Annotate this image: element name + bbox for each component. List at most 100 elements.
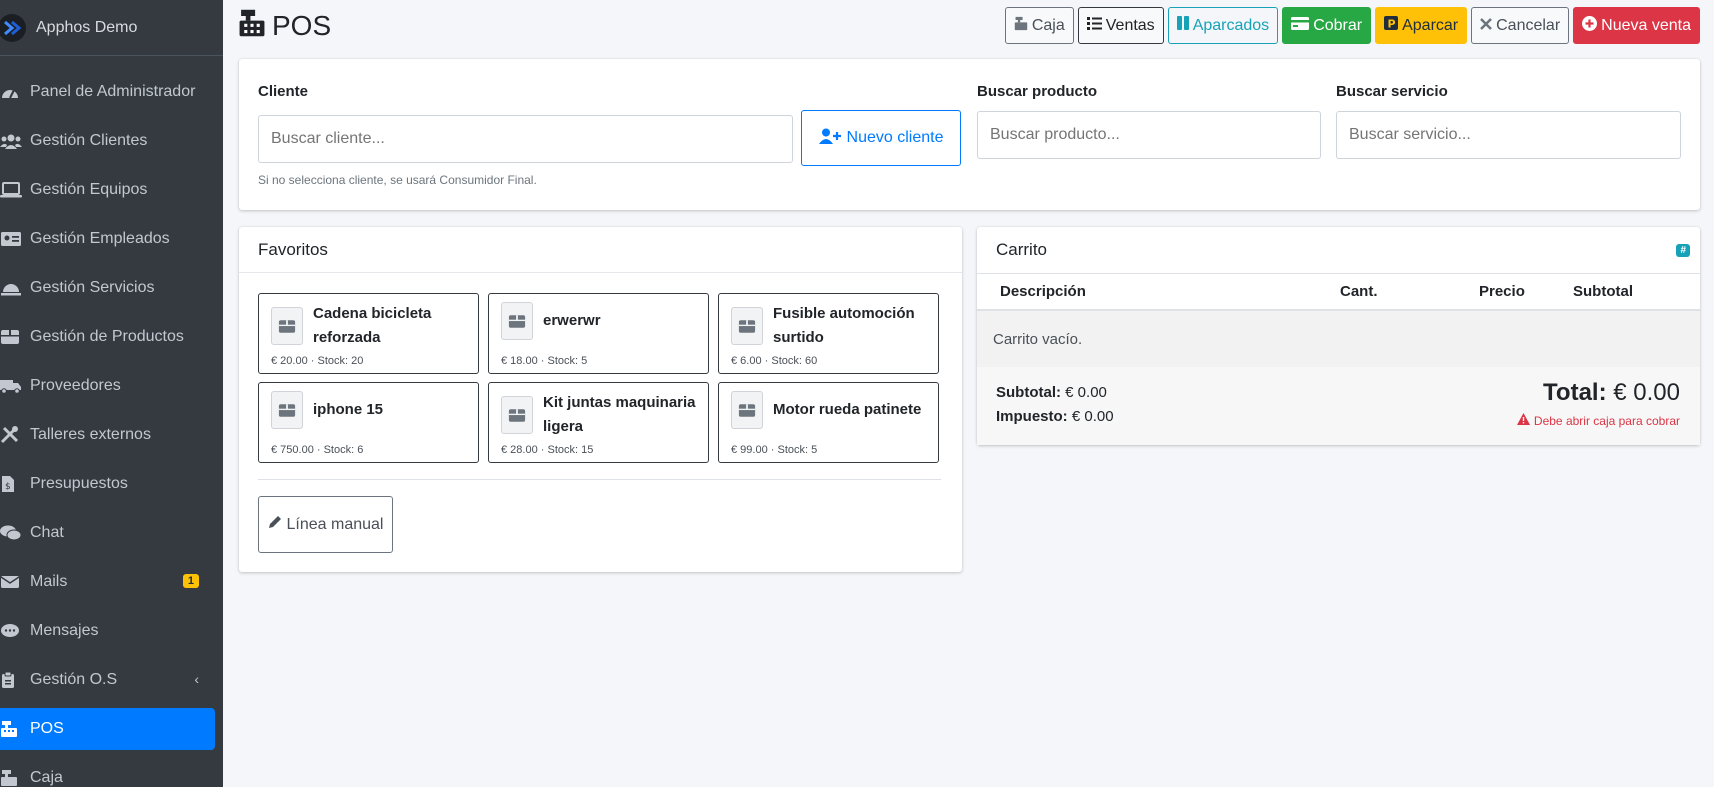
col-subtotal: Subtotal (1573, 283, 1633, 300)
file-invoice-icon: $ (0, 475, 22, 493)
favorito-item[interactable]: Motor rueda patinete € 99.00 · Stock: 5 (718, 382, 939, 463)
favorito-name: Motor rueda patinete (773, 401, 922, 418)
cliente-hint: Si no selecciona cliente, se usará Consu… (258, 173, 537, 187)
sidebar-item-productos[interactable]: Gestión de Productos (0, 316, 215, 358)
sidebar-item-caja[interactable]: Caja (0, 757, 215, 787)
brand-logo-icon (0, 13, 26, 42)
favoritos-title: Favoritos (258, 239, 328, 259)
svg-text:P: P (1388, 18, 1396, 31)
nueva-venta-button[interactable]: Nueva venta (1573, 7, 1700, 44)
favorito-item[interactable]: Fusible automoción surtido € 6.00 · Stoc… (718, 293, 939, 374)
cash-register-icon (238, 8, 266, 45)
aparcados-button[interactable]: Aparcados (1167, 7, 1279, 44)
favorito-meta: € 750.00 · Stock: 6 (271, 444, 364, 456)
sidebar-item-chat[interactable]: Chat (0, 512, 215, 554)
cliente-search-input[interactable] (258, 115, 793, 163)
plus-circle-icon (1582, 15, 1598, 36)
favoritos-divider (258, 479, 941, 480)
sidebar-item-label: Gestión de Productos (30, 328, 184, 345)
carrito-card: Carrito # Descripción Cant. Precio Subto… (977, 227, 1700, 445)
sidebar-item-pos[interactable]: POS (0, 708, 215, 750)
cancelar-button[interactable]: Cancelar (1471, 7, 1570, 44)
box-icon (271, 391, 303, 429)
favorito-meta: € 99.00 · Stock: 5 (731, 444, 818, 456)
sidebar-item-proveedores[interactable]: Proveedores (0, 365, 215, 407)
favorito-name: Fusible automoción surtido (773, 305, 915, 346)
sidebar-item-label: Gestión O.S (30, 671, 118, 688)
cobrar-button[interactable]: Cobrar (1282, 7, 1372, 44)
ventas-button[interactable]: Ventas (1077, 7, 1164, 44)
laptop-icon (0, 181, 22, 199)
exclamation-triangle-icon (1516, 413, 1530, 428)
columns-icon (1176, 16, 1189, 35)
credit-card-icon (1291, 16, 1310, 35)
sidebar-item-label: Chat (30, 524, 64, 541)
favorito-item[interactable]: Cadena bicicleta reforzada € 20.00 · Sto… (258, 293, 479, 374)
favorito-item[interactable]: erwerwr € 18.00 · Stock: 5 (488, 293, 709, 374)
favorito-item[interactable]: Kit juntas maquinaria ligera € 28.00 · S… (488, 382, 709, 463)
aparcar-button[interactable]: P Aparcar (1375, 7, 1468, 44)
total-label: Total: (1543, 379, 1607, 406)
nuevo-cliente-label: Nuevo cliente (846, 129, 944, 146)
sidebar-item-servicios[interactable]: Gestión Servicios (0, 267, 215, 309)
nueva-venta-button-label: Nueva venta (1601, 16, 1691, 34)
cash-register-icon (0, 720, 22, 738)
brand-name: Apphos Demo (36, 18, 138, 36)
concierge-bell-icon (0, 279, 22, 297)
truck-icon (0, 377, 22, 395)
page-title: POS (238, 8, 331, 45)
sidebar-item-panel[interactable]: Panel de Administrador (0, 71, 215, 113)
sidebar-item-label: Mails (30, 573, 68, 590)
linea-manual-label: Línea manual (286, 515, 384, 533)
sidebar-item-mensajes[interactable]: Mensajes (0, 610, 215, 652)
aparcar-button-label: Aparcar (1402, 16, 1459, 34)
col-descripcion: Descripción (1000, 283, 1086, 300)
col-precio: Precio (1479, 283, 1525, 300)
toolbar: Caja Ventas Aparcados Cobrar P Aparcar C… (1004, 7, 1700, 44)
producto-search-input[interactable] (977, 111, 1321, 159)
linea-manual-button[interactable]: Línea manual (258, 496, 393, 553)
parking-icon: P (1384, 16, 1399, 35)
sidebar-nav: Panel de Administrador Gestión Clientes … (0, 56, 223, 787)
sidebar-item-talleres[interactable]: Talleres externos (0, 414, 215, 456)
page-title-text: POS (272, 10, 332, 41)
cash-register-icon (1014, 16, 1028, 36)
box-icon (271, 307, 303, 345)
nuevo-cliente-button[interactable]: Nuevo cliente (801, 110, 961, 166)
favorito-meta: € 18.00 · Stock: 5 (501, 355, 588, 367)
sidebar-item-gestion-os[interactable]: Gestión O.S ‹ (0, 659, 215, 701)
sidebar-item-presupuestos[interactable]: $ Presupuestos (0, 463, 215, 505)
envelope-icon (0, 573, 22, 591)
comment-dots-icon (0, 622, 22, 640)
caja-button[interactable]: Caja (1004, 7, 1074, 44)
tachometer-icon (0, 83, 22, 101)
favorito-meta: € 28.00 · Stock: 15 (501, 444, 594, 456)
sidebar-item-label: POS (30, 720, 64, 737)
sidebar-item-mails[interactable]: Mails 1 (0, 561, 215, 603)
sidebar: Apphos Demo Panel de Administrador Gesti… (0, 0, 223, 787)
brand[interactable]: Apphos Demo (0, 0, 223, 56)
col-cant: Cant. (1340, 283, 1378, 300)
carrito-header: Carrito # (977, 227, 1700, 273)
impuesto-label: Impuesto: (996, 408, 1068, 425)
servicio-search-input[interactable] (1336, 111, 1681, 159)
sidebar-item-clientes[interactable]: Gestión Clientes (0, 120, 215, 162)
sidebar-item-equipos[interactable]: Gestión Equipos (0, 169, 215, 211)
favoritos-grid: Cadena bicicleta reforzada € 20.00 · Sto… (258, 293, 941, 463)
sidebar-item-empleados[interactable]: Gestión Empleados (0, 218, 215, 260)
times-icon (1480, 17, 1493, 35)
sidebar-item-label: Talleres externos (30, 426, 151, 443)
tools-icon (0, 426, 22, 444)
favorito-item[interactable]: iphone 15 € 750.00 · Stock: 6 (258, 382, 479, 463)
carrito-table-header: Descripción Cant. Precio Subtotal (977, 273, 1700, 311)
chevron-left-icon: ‹ (194, 671, 199, 687)
sidebar-item-label: Presupuestos (30, 475, 128, 492)
box-icon (731, 307, 763, 345)
sidebar-item-label: Proveedores (30, 377, 121, 394)
sidebar-item-label: Gestión Servicios (30, 279, 155, 296)
carrito-title: Carrito (996, 240, 1048, 259)
list-icon (1086, 16, 1102, 35)
servicio-label: Buscar servicio (1336, 83, 1448, 100)
sidebar-item-label: Gestión Equipos (30, 181, 148, 198)
box-icon (501, 302, 533, 340)
